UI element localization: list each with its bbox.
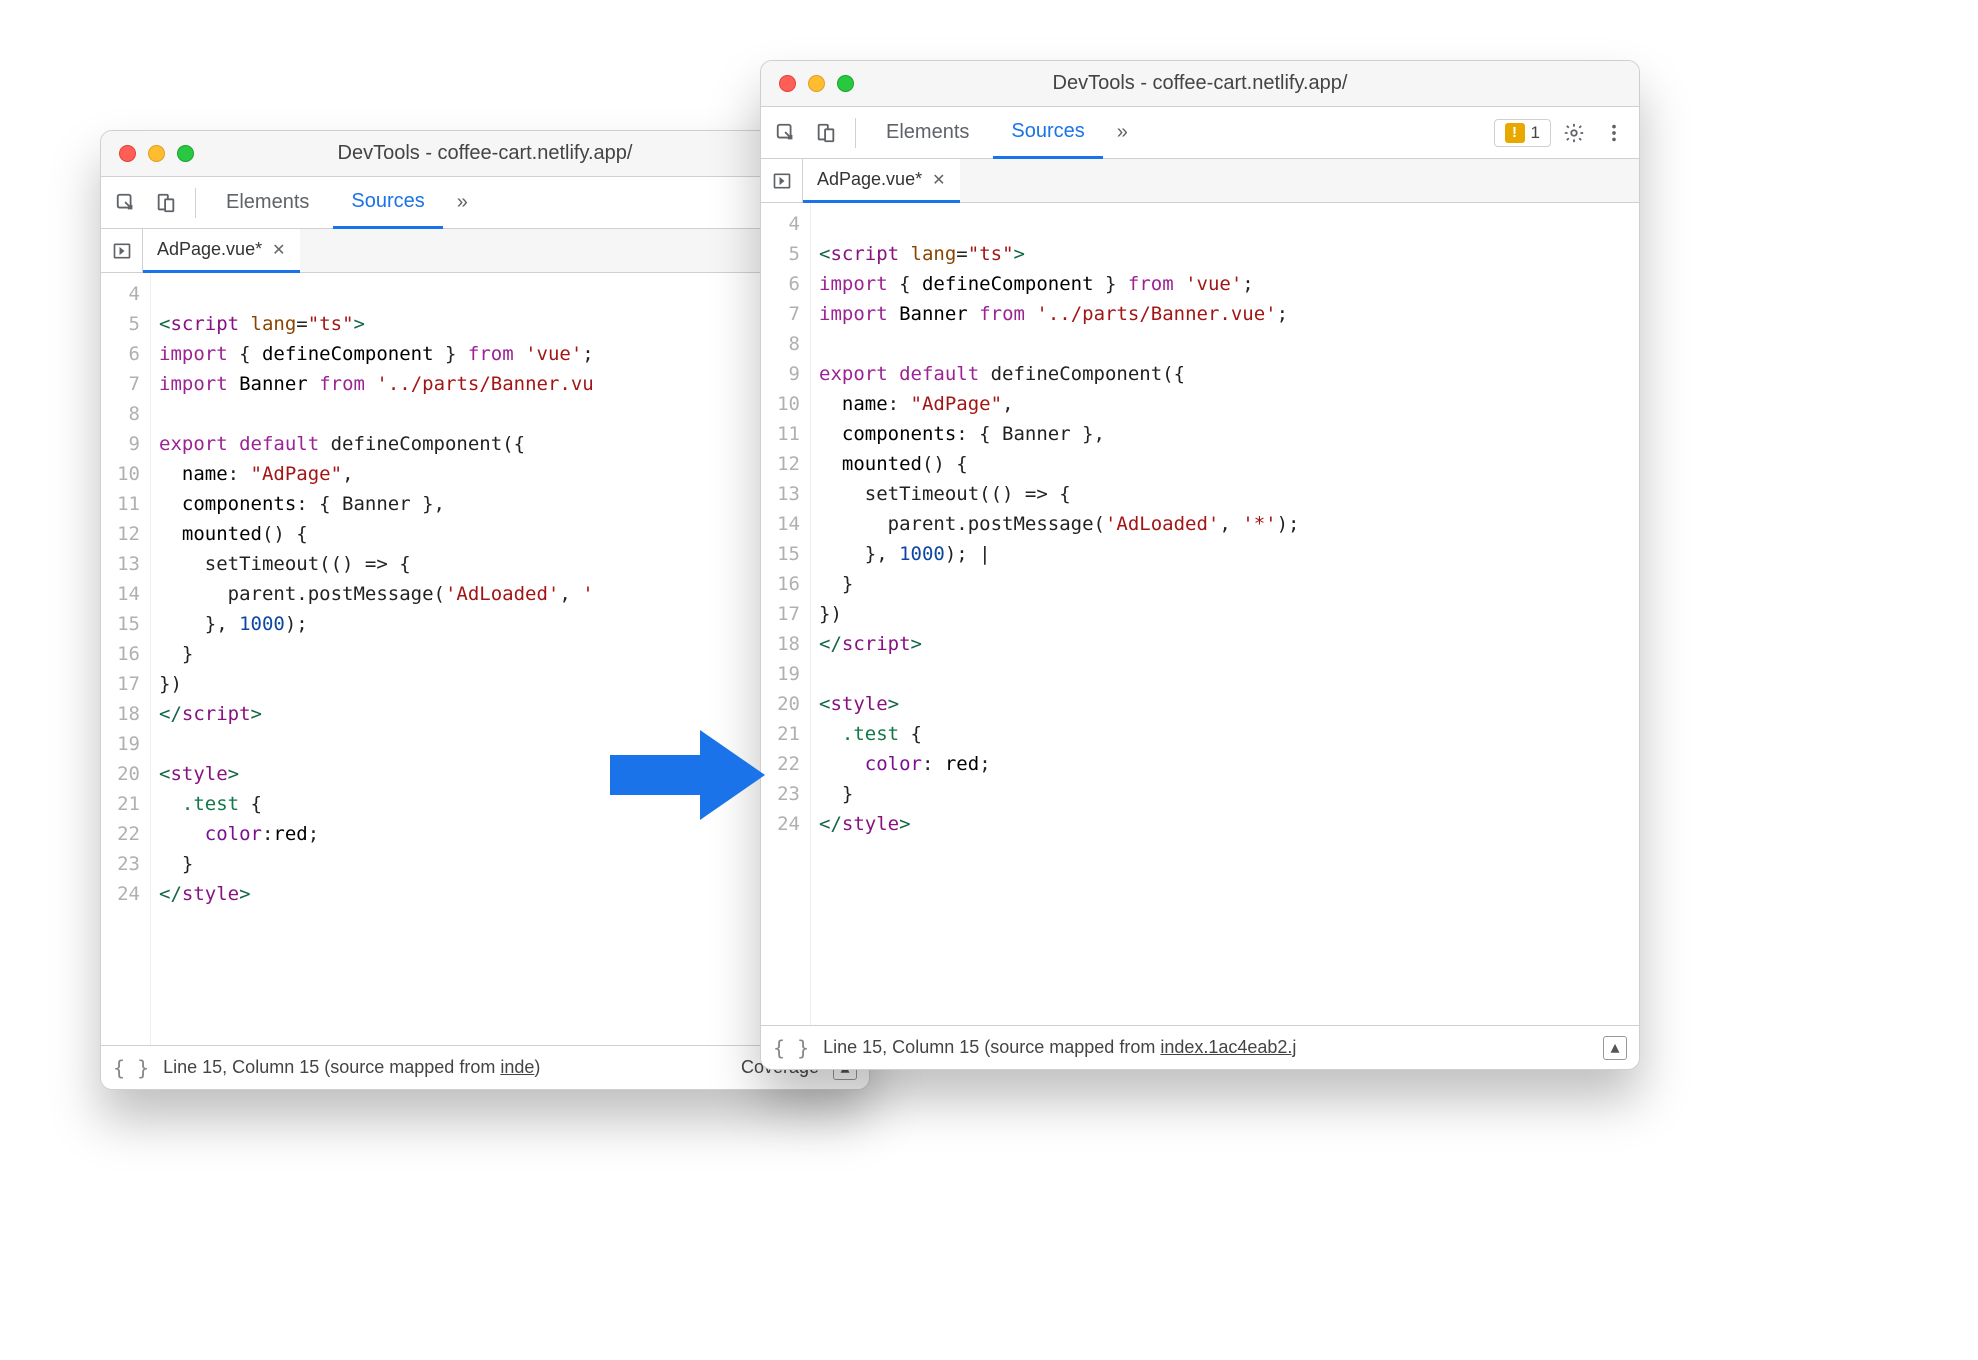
minimize-window-button[interactable]	[148, 145, 165, 162]
main-toolbar: Elements Sources » ! 1	[761, 107, 1639, 159]
minimize-window-button[interactable]	[808, 75, 825, 92]
main-toolbar: Elements Sources »	[101, 177, 869, 229]
titlebar: DevTools - coffee-cart.netlify.app/	[761, 61, 1639, 107]
issues-badge[interactable]: ! 1	[1494, 119, 1551, 147]
line-gutter: 456789101112131415161718192021222324	[101, 273, 151, 1045]
traffic-lights	[101, 145, 194, 162]
sourcemap-link[interactable]: index.1ac4eab2.j	[1160, 1037, 1296, 1057]
format-icon[interactable]: { }	[773, 1036, 809, 1060]
tab-elements[interactable]: Elements	[868, 107, 987, 159]
device-toggle-icon[interactable]	[149, 186, 183, 220]
sourcemap-label: (source mapped from	[984, 1037, 1160, 1057]
tab-overflow[interactable]: »	[1109, 107, 1136, 159]
inspect-element-icon[interactable]	[769, 116, 803, 150]
zoom-window-button[interactable]	[837, 75, 854, 92]
file-tab-label: AdPage.vue*	[157, 239, 262, 260]
status-bar: { } Line 15, Column 15 (source mapped fr…	[761, 1025, 1639, 1069]
device-toggle-icon[interactable]	[809, 116, 843, 150]
code-content[interactable]: <script lang="ts">import { defineCompone…	[811, 203, 1307, 1025]
drawer-toggle-icon[interactable]: ▴	[1603, 1036, 1627, 1060]
settings-icon[interactable]	[1557, 116, 1591, 150]
warning-icon: !	[1505, 123, 1525, 143]
navigator-toggle-icon[interactable]	[101, 229, 143, 272]
status-bar: { } Line 15, Column 15 (source mapped fr…	[101, 1045, 869, 1089]
format-icon[interactable]: { }	[113, 1056, 149, 1080]
window-title: DevTools - coffee-cart.netlify.app/	[761, 72, 1639, 95]
close-tab-icon[interactable]: ✕	[272, 240, 285, 260]
close-window-button[interactable]	[119, 145, 136, 162]
file-tab-label: AdPage.vue*	[817, 169, 922, 190]
navigator-toggle-icon[interactable]	[761, 159, 803, 202]
file-tabs: AdPage.vue* ✕	[101, 229, 869, 273]
cursor-position: Line 15, Column 15	[823, 1037, 979, 1057]
inspect-element-icon[interactable]	[109, 186, 143, 220]
sourcemap-link[interactable]: inde	[500, 1057, 534, 1077]
more-icon[interactable]	[1597, 116, 1631, 150]
close-window-button[interactable]	[779, 75, 796, 92]
tab-overflow[interactable]: »	[449, 177, 476, 229]
cursor-position: Line 15, Column 15	[163, 1057, 319, 1077]
traffic-lights	[761, 75, 854, 92]
devtools-window-right: DevTools - coffee-cart.netlify.app/ Elem…	[760, 60, 1640, 1070]
titlebar: DevTools - coffee-cart.netlify.app/	[101, 131, 869, 177]
file-tab-adpage[interactable]: AdPage.vue* ✕	[143, 229, 300, 273]
arrow-icon	[600, 720, 770, 830]
devtools-window-left: DevTools - coffee-cart.netlify.app/ Elem…	[100, 130, 870, 1090]
tab-elements[interactable]: Elements	[208, 177, 327, 229]
tab-sources[interactable]: Sources	[333, 177, 442, 229]
line-gutter: 456789101112131415161718192021222324	[761, 203, 811, 1025]
close-tab-icon[interactable]: ✕	[932, 170, 945, 190]
code-editor[interactable]: 456789101112131415161718192021222324 <sc…	[101, 273, 869, 1045]
issues-count: 1	[1531, 123, 1540, 143]
sourcemap-label: (source mapped from	[324, 1057, 500, 1077]
tab-sources[interactable]: Sources	[993, 107, 1102, 159]
file-tab-adpage[interactable]: AdPage.vue* ✕	[803, 159, 960, 203]
code-content[interactable]: <script lang="ts">import { defineCompone…	[151, 273, 602, 1045]
code-editor[interactable]: 456789101112131415161718192021222324 <sc…	[761, 203, 1639, 1025]
zoom-window-button[interactable]	[177, 145, 194, 162]
window-title: DevTools - coffee-cart.netlify.app/	[101, 142, 869, 165]
file-tabs: AdPage.vue* ✕	[761, 159, 1639, 203]
